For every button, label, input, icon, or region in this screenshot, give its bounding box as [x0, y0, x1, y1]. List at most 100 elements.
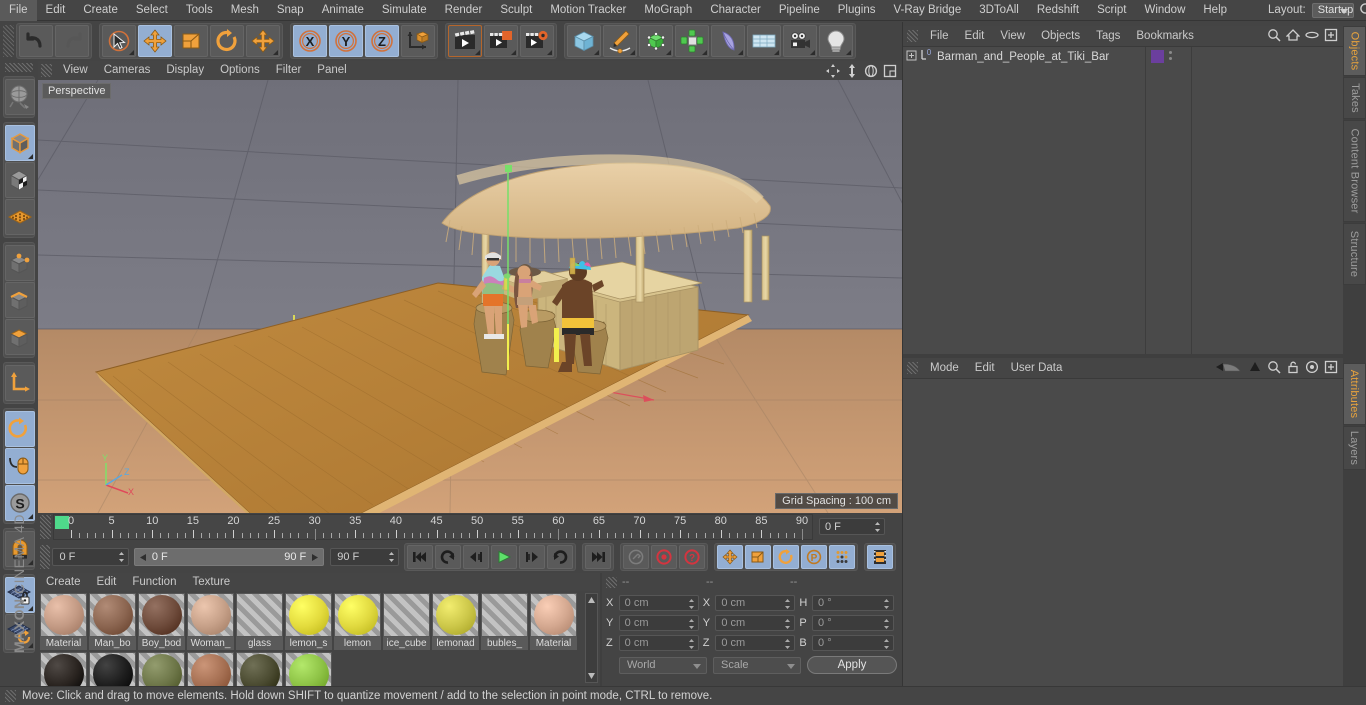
material-item[interactable]: Man_bo: [89, 593, 136, 650]
toolbar-grip[interactable]: [3, 25, 14, 57]
rotation-b-field[interactable]: 0 °: [812, 635, 894, 651]
polygons-mode-button[interactable]: [5, 319, 35, 355]
render-view-button[interactable]: [448, 25, 482, 57]
menu-item-sculpt[interactable]: Sculpt: [491, 0, 541, 21]
object-tree-row[interactable]: 0 Barman_and_People_at_Tiki_Bar: [903, 47, 1145, 66]
spinner-icon[interactable]: [388, 551, 395, 563]
menu-item-plugins[interactable]: Plugins: [829, 0, 885, 21]
spinner-icon[interactable]: [688, 598, 695, 610]
live-selection-button[interactable]: [102, 25, 136, 57]
menu-item-mesh[interactable]: Mesh: [222, 0, 268, 21]
menu-item-snap[interactable]: Snap: [268, 0, 313, 21]
menu-item-window[interactable]: Window: [1135, 0, 1194, 21]
vertical-tab-layers[interactable]: Layers: [1343, 426, 1366, 470]
record-active-objects-button[interactable]: [651, 545, 677, 569]
menu-item-tools[interactable]: Tools: [177, 0, 222, 21]
object-menu-item-edit[interactable]: Edit: [957, 26, 993, 46]
scene-floor-button[interactable]: [747, 25, 781, 57]
material-item[interactable]: [187, 652, 234, 686]
material-thumbnail[interactable]: [40, 593, 87, 637]
material-thumbnail[interactable]: [432, 593, 479, 637]
material-item[interactable]: ice_cube: [383, 593, 430, 650]
size-x-field[interactable]: 0 cm: [715, 595, 796, 611]
spinner-icon[interactable]: [784, 638, 791, 650]
object-menu-item-file[interactable]: File: [922, 26, 957, 46]
menu-item-redshift[interactable]: Redshift: [1028, 0, 1088, 21]
attributes-menu-item-edit[interactable]: Edit: [967, 358, 1003, 378]
material-menu-item-function[interactable]: Function: [124, 573, 184, 591]
apply-button[interactable]: Apply: [807, 656, 897, 674]
spinner-icon[interactable]: [784, 598, 791, 610]
record-scale-button[interactable]: [745, 545, 771, 569]
lock-icon[interactable]: [1286, 360, 1300, 377]
range-left-arrow-icon[interactable]: [139, 553, 148, 562]
size-z-field[interactable]: 0 cm: [715, 635, 796, 651]
material-menu-item-create[interactable]: Create: [38, 573, 89, 591]
redo-button[interactable]: [55, 25, 89, 57]
menu-item-character[interactable]: Character: [701, 0, 770, 21]
spinner-icon[interactable]: [688, 618, 695, 630]
rotation-h-field[interactable]: 0 °: [812, 595, 894, 611]
record-parameter-button[interactable]: [829, 545, 855, 569]
size-y-field[interactable]: 0 cm: [715, 615, 796, 631]
search-icon[interactable]: [1267, 360, 1281, 377]
up-arrow-icon[interactable]: [1248, 360, 1262, 377]
menu-item-motion-tracker[interactable]: Motion Tracker: [541, 0, 635, 21]
material-item[interactable]: [40, 652, 87, 686]
ellipse-icon[interactable]: [1305, 28, 1319, 45]
material-item[interactable]: lemonad: [432, 593, 479, 650]
add-spline-button[interactable]: [603, 25, 637, 57]
step-forward-button[interactable]: [519, 545, 545, 569]
previous-keyframe-button[interactable]: [435, 545, 461, 569]
menu-item-pipeline[interactable]: Pipeline: [770, 0, 829, 21]
scale-tool-button[interactable]: [174, 25, 208, 57]
object-tree[interactable]: 0 Barman_and_People_at_Tiki_Bar: [903, 47, 1146, 354]
material-thumbnail[interactable]: [236, 652, 283, 686]
spinner-icon[interactable]: [784, 618, 791, 630]
material-item[interactable]: [285, 652, 332, 686]
object-menu-item-bookmarks[interactable]: Bookmarks: [1128, 26, 1202, 46]
spinner-icon[interactable]: [883, 638, 890, 650]
material-thumbnail[interactable]: [138, 652, 185, 686]
timeline-grip[interactable]: [40, 515, 51, 539]
material-item[interactable]: [89, 652, 136, 686]
lock-z-button[interactable]: Z: [365, 25, 399, 57]
record-position-button[interactable]: [717, 545, 743, 569]
viewport-menu-item-filter[interactable]: Filter: [268, 61, 310, 80]
object-menu-item-view[interactable]: View: [992, 26, 1033, 46]
scroll-down-icon[interactable]: [586, 671, 597, 681]
edges-mode-button[interactable]: [5, 282, 35, 318]
spinner-icon[interactable]: [118, 551, 125, 563]
transport-range-slider[interactable]: 0 F 90 F: [133, 548, 325, 566]
spinner-icon[interactable]: [874, 521, 881, 533]
material-thumbnail[interactable]: [40, 652, 87, 686]
points-mode-button[interactable]: [5, 245, 35, 281]
position-y-field[interactable]: 0 cm: [618, 615, 699, 631]
material-thumbnail[interactable]: [383, 593, 430, 637]
object-manager-grip[interactable]: [907, 30, 918, 42]
mesh-points-button[interactable]: [5, 199, 35, 235]
status-bar-grip[interactable]: [5, 690, 16, 702]
material-thumbnail[interactable]: [89, 652, 136, 686]
attributes-menu-item-mode[interactable]: Mode: [922, 358, 967, 378]
material-thumbnail[interactable]: [285, 593, 332, 637]
lock-x-button[interactable]: X: [293, 25, 327, 57]
spinner-icon[interactable]: [688, 638, 695, 650]
attributes-body[interactable]: [903, 378, 1343, 686]
search-icon[interactable]: [1358, 1, 1366, 19]
vertical-tab-takes[interactable]: Takes: [1343, 77, 1366, 119]
object-axis-button[interactable]: [5, 365, 35, 401]
vertical-tab-objects[interactable]: Objects: [1343, 26, 1366, 76]
render-settings-button[interactable]: [520, 25, 554, 57]
menu-item-edit[interactable]: Edit: [37, 0, 75, 21]
material-thumbnail[interactable]: [334, 593, 381, 637]
viewport-menu-item-cameras[interactable]: Cameras: [96, 61, 159, 80]
play-button[interactable]: [491, 545, 517, 569]
object-menu-item-tags[interactable]: Tags: [1088, 26, 1128, 46]
orbit-icon[interactable]: [862, 63, 879, 79]
transform-tool-button[interactable]: [246, 25, 280, 57]
add-cube-button[interactable]: [567, 25, 601, 57]
vertical-tab-attributes[interactable]: Attributes: [1343, 363, 1366, 425]
transport-end-frame-field[interactable]: 90 F: [330, 548, 399, 566]
material-menu-item-texture[interactable]: Texture: [184, 573, 238, 591]
